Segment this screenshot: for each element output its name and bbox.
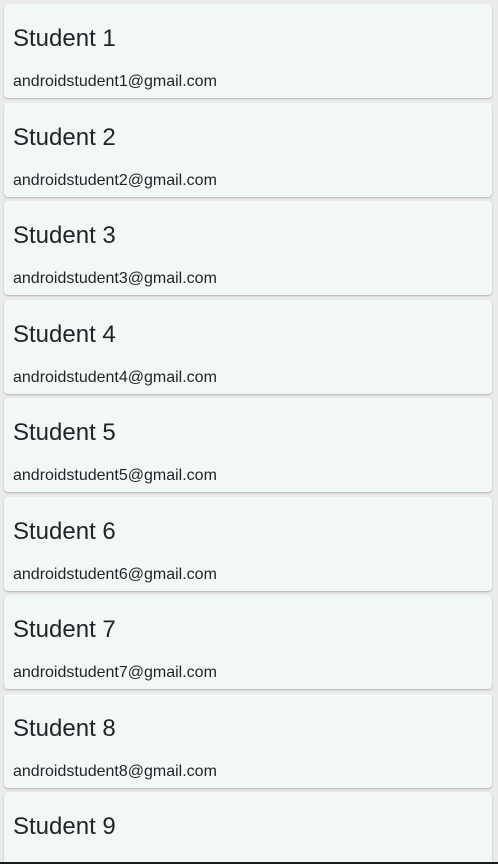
student-email: androidstudent8@gmail.com [13,763,217,780]
student-card[interactable]: Student 3 androidstudent3@gmail.com [4,201,492,295]
student-email: androidstudent1@gmail.com [13,73,217,90]
student-name: Student 5 [13,419,116,446]
student-list[interactable]: Student 1 androidstudent1@gmail.com Stud… [0,0,498,864]
student-card[interactable]: Student 8 androidstudent8@gmail.com [4,694,492,788]
student-card[interactable]: Student 2 androidstudent2@gmail.com [4,103,492,197]
student-card[interactable]: Student 6 androidstudent6@gmail.com [4,497,492,591]
student-email: androidstudent4@gmail.com [13,369,217,386]
student-name: Student 6 [13,518,116,545]
student-card[interactable]: Student 5 androidstudent5@gmail.com [4,398,492,492]
student-name: Student 1 [13,25,116,52]
student-card[interactable]: Student 9 [4,792,492,864]
student-name: Student 3 [13,222,116,249]
student-name: Student 2 [13,124,116,151]
student-name: Student 7 [13,616,116,643]
student-card[interactable]: Student 1 androidstudent1@gmail.com [4,4,492,98]
student-email: androidstudent6@gmail.com [13,566,217,583]
student-name: Student 8 [13,715,116,742]
student-email: androidstudent3@gmail.com [13,270,217,287]
student-card[interactable]: Student 7 androidstudent7@gmail.com [4,595,492,689]
student-card[interactable]: Student 4 androidstudent4@gmail.com [4,300,492,394]
student-email: androidstudent7@gmail.com [13,664,217,681]
student-name: Student 4 [13,321,116,348]
student-email: androidstudent2@gmail.com [13,172,217,189]
student-email: androidstudent5@gmail.com [13,467,217,484]
student-name: Student 9 [13,813,116,840]
